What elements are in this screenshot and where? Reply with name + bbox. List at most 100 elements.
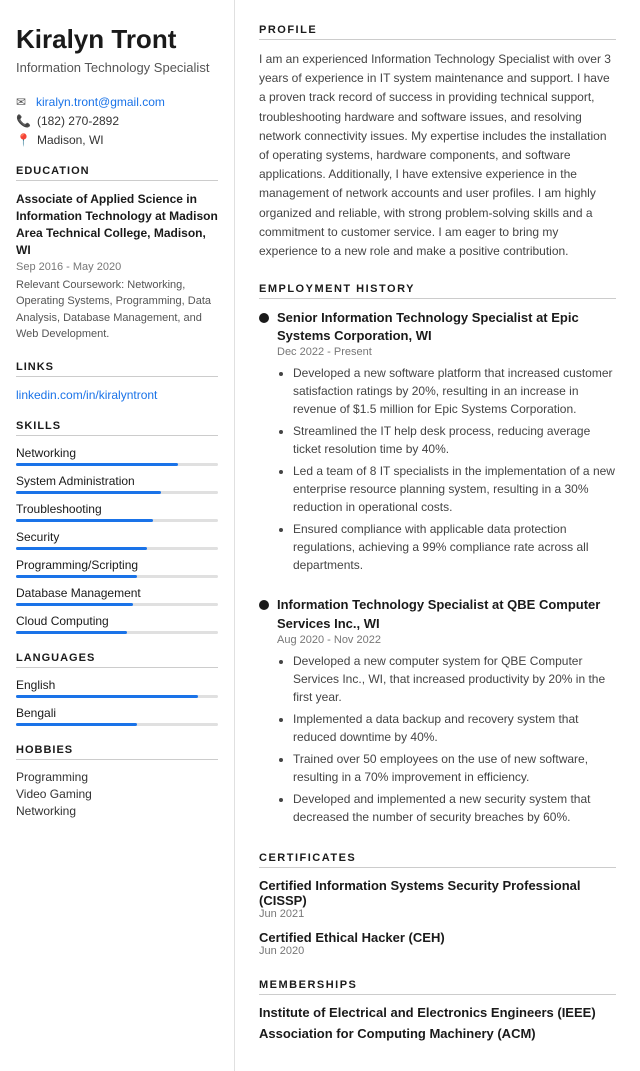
skill-item: Cloud Computing [16, 614, 218, 634]
skill-bar-bg [16, 491, 218, 494]
language-item: Bengali [16, 706, 218, 726]
job-bullet: Led a team of 8 IT specialists in the im… [293, 462, 616, 516]
candidate-title: Information Technology Specialist [16, 59, 218, 77]
skill-bar-fill [16, 631, 127, 634]
lang-bar-fill [16, 695, 198, 698]
contact-phone: 📞 (182) 270-2892 [16, 114, 218, 128]
hobby-item: Programming [16, 770, 218, 784]
skill-bar-bg [16, 519, 218, 522]
hobbies-list: Programming Video Gaming Networking [16, 770, 218, 818]
links-list: linkedin.com/in/kiralyntront [16, 387, 218, 402]
membership-item: Association for Computing Machinery (ACM… [259, 1026, 616, 1041]
job-bullet: Developed and implemented a new security… [293, 790, 616, 826]
contact-location: 📍 Madison, WI [16, 133, 218, 147]
phone-icon: 📞 [16, 114, 31, 128]
languages-list: English Bengali [16, 678, 218, 726]
jobs-list: Senior Information Technology Specialist… [259, 309, 616, 830]
skill-item: Security [16, 530, 218, 550]
candidate-name: Kiralyn Tront [16, 24, 218, 55]
job-bullet: Ensured compliance with applicable data … [293, 520, 616, 574]
job-date: Aug 2020 - Nov 2022 [277, 634, 616, 646]
skill-bar-bg [16, 631, 218, 634]
cert-name: Certified Ethical Hacker (CEH) [259, 930, 616, 945]
job-bullet: Trained over 50 employees on the use of … [293, 750, 616, 786]
skill-bar-bg [16, 463, 218, 466]
cert-name: Certified Information Systems Security P… [259, 878, 616, 908]
profile-text: I am an experienced Information Technolo… [259, 50, 616, 261]
hobby-item: Networking [16, 804, 218, 818]
cert-date: Jun 2020 [259, 945, 616, 957]
location-text: Madison, WI [37, 133, 104, 147]
skill-bar-fill [16, 463, 178, 466]
job-bullet: Developed a new computer system for QBE … [293, 652, 616, 706]
lang-bar-fill [16, 723, 137, 726]
job-title: Senior Information Technology Specialist… [277, 309, 616, 345]
job-bullet: Developed a new software platform that i… [293, 364, 616, 418]
links-section-title: LINKS [16, 361, 218, 377]
skill-item: Networking [16, 446, 218, 466]
education-section-title: EDUCATION [16, 165, 218, 181]
edu-degree: Associate of Applied Science in Informat… [16, 191, 218, 258]
location-icon: 📍 [16, 133, 31, 147]
hobbies-section-title: HOBBIES [16, 744, 218, 760]
skill-bar-fill [16, 491, 161, 494]
job-title: Information Technology Specialist at QBE… [277, 596, 616, 632]
hobby-item: Video Gaming [16, 787, 218, 801]
skill-item: Programming/Scripting [16, 558, 218, 578]
skill-bar-fill [16, 603, 133, 606]
profile-section-title: PROFILE [259, 24, 616, 40]
cert-item: Certified Ethical Hacker (CEH) Jun 2020 [259, 930, 616, 957]
lang-name: Bengali [16, 706, 218, 720]
skill-bar-bg [16, 575, 218, 578]
edu-courses: Relevant Coursework: Networking, Operati… [16, 277, 218, 343]
job-item: Information Technology Specialist at QBE… [259, 596, 616, 829]
skill-bar-bg [16, 547, 218, 550]
job-content: Information Technology Specialist at QBE… [277, 596, 616, 829]
contact-list: ✉ kiralyn.tront@gmail.com 📞 (182) 270-28… [16, 95, 218, 147]
skill-bar-fill [16, 547, 147, 550]
main-content: PROFILE I am an experienced Information … [235, 0, 640, 1071]
skill-name: Programming/Scripting [16, 558, 218, 572]
employment-section-title: EMPLOYMENT HISTORY [259, 283, 616, 299]
lang-name: English [16, 678, 218, 692]
skills-section-title: SKILLS [16, 420, 218, 436]
job-content: Senior Information Technology Specialist… [277, 309, 616, 578]
skill-name: Security [16, 530, 218, 544]
skill-name: Database Management [16, 586, 218, 600]
edu-date: Sep 2016 - May 2020 [16, 261, 218, 273]
membership-item: Institute of Electrical and Electronics … [259, 1005, 616, 1020]
email-icon: ✉ [16, 95, 30, 109]
skill-bar-fill [16, 519, 153, 522]
memberships-section-title: MEMBERSHIPS [259, 979, 616, 995]
cert-item: Certified Information Systems Security P… [259, 878, 616, 920]
skill-name: Troubleshooting [16, 502, 218, 516]
language-item: English [16, 678, 218, 698]
skill-item: Troubleshooting [16, 502, 218, 522]
job-dot [259, 600, 269, 610]
linkedin-link[interactable]: linkedin.com/in/kiralyntront [16, 388, 157, 402]
lang-bar-bg [16, 695, 218, 698]
phone-text: (182) 270-2892 [37, 114, 119, 128]
skill-item: System Administration [16, 474, 218, 494]
job-item: Senior Information Technology Specialist… [259, 309, 616, 578]
job-bullet: Implemented a data backup and recovery s… [293, 710, 616, 746]
cert-date: Jun 2021 [259, 908, 616, 920]
memberships-list: Institute of Electrical and Electronics … [259, 1005, 616, 1041]
skill-item: Database Management [16, 586, 218, 606]
job-bullet: Streamlined the IT help desk process, re… [293, 422, 616, 458]
skill-bar-bg [16, 603, 218, 606]
contact-email: ✉ kiralyn.tront@gmail.com [16, 95, 218, 109]
skills-list: Networking System Administration Trouble… [16, 446, 218, 634]
job-bullets: Developed a new software platform that i… [277, 364, 616, 574]
job-dot [259, 313, 269, 323]
languages-section-title: LANGUAGES [16, 652, 218, 668]
job-date: Dec 2022 - Present [277, 346, 616, 358]
skill-name: Networking [16, 446, 218, 460]
skill-bar-fill [16, 575, 137, 578]
email-link[interactable]: kiralyn.tront@gmail.com [36, 95, 165, 109]
job-bullets: Developed a new computer system for QBE … [277, 652, 616, 826]
skill-name: Cloud Computing [16, 614, 218, 628]
lang-bar-bg [16, 723, 218, 726]
sidebar: Kiralyn Tront Information Technology Spe… [0, 0, 235, 1071]
certificates-list: Certified Information Systems Security P… [259, 878, 616, 957]
